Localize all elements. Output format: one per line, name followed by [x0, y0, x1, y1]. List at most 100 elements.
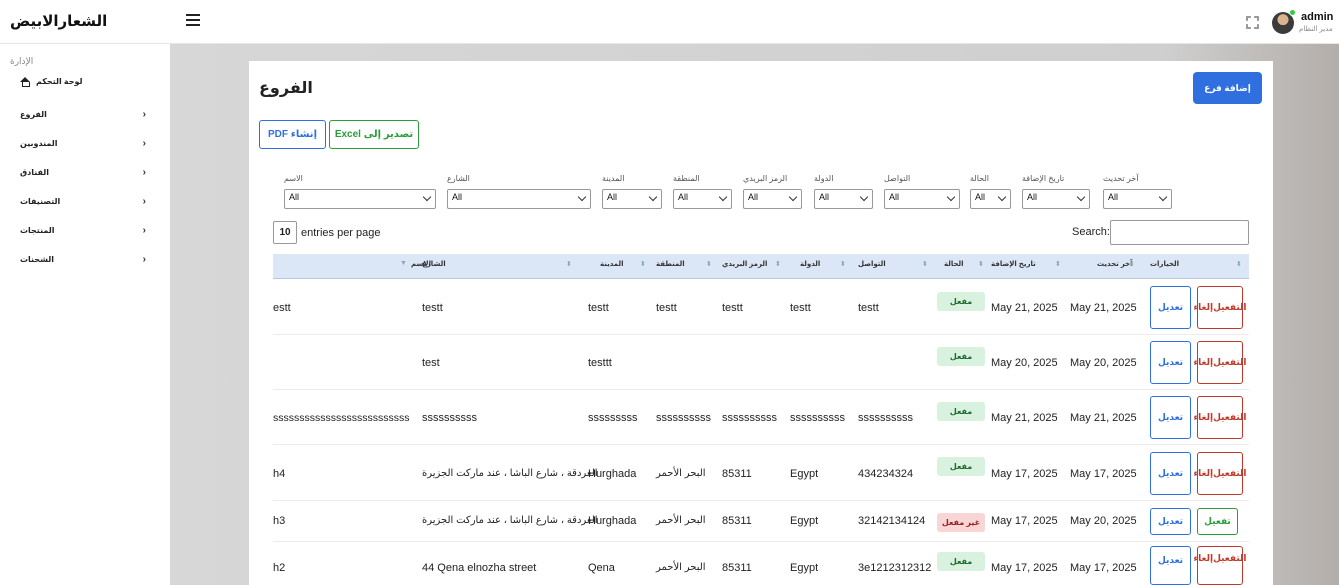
deactivate-button[interactable]: إلغاء التفعيل — [1194, 546, 1246, 585]
row-divider — [273, 444, 1249, 445]
sidebar-item-dashboard[interactable]: لوحة التحكم — [20, 77, 83, 87]
filter-select-added[interactable]: All — [1022, 189, 1090, 209]
deactivate-button[interactable]: إلغاء التفعيل — [1194, 341, 1246, 384]
cell-region: البحر الأحمر — [656, 562, 706, 573]
filter-select-status[interactable]: All — [970, 189, 1011, 209]
edit-button[interactable]: تعديل — [1150, 396, 1191, 439]
chevron-down-icon — [648, 192, 658, 202]
filter-select-region[interactable]: All — [673, 189, 732, 209]
cell-added: May 21, 2025 — [991, 412, 1058, 424]
column-header-options[interactable]: الخيارات — [1150, 260, 1179, 268]
sidebar-item-categories[interactable]: التصنيفات › — [20, 196, 150, 211]
sidebar-item-branches[interactable]: الفروع › — [20, 109, 150, 124]
sort-icon[interactable]: ▼ — [400, 260, 407, 267]
chevron-right-icon: › — [142, 109, 146, 120]
cell-country: testt — [790, 302, 811, 314]
chevron-down-icon — [577, 192, 587, 202]
sort-icon[interactable]: ⬍ — [775, 260, 781, 268]
cell-country: Egypt — [790, 468, 819, 480]
sort-icon[interactable]: ⬍ — [706, 260, 712, 268]
column-header-street[interactable]: الشارع — [422, 260, 446, 268]
column-header-postal[interactable]: الرمز البريدي — [722, 260, 767, 268]
cell-name: ssssssssssssssssssssssssss — [273, 412, 410, 424]
status-badge: غير مفعل — [937, 513, 985, 532]
sort-icon[interactable]: ⬍ — [1129, 260, 1135, 268]
cell-updated: May 20, 2025 — [1070, 357, 1137, 369]
cell-street: 44 Qena elnozha street — [422, 562, 537, 574]
filter-select-contact[interactable]: All — [884, 189, 960, 209]
home-icon — [20, 77, 30, 87]
chevron-right-icon: › — [142, 254, 146, 265]
sort-icon[interactable]: ⬍ — [566, 260, 572, 268]
sort-icon[interactable]: ⬍ — [840, 260, 846, 268]
menu-icon[interactable] — [186, 14, 200, 28]
column-header-updated[interactable]: آخر تحديث — [1097, 260, 1133, 268]
sort-icon[interactable]: ⬍ — [1055, 260, 1061, 268]
edit-button[interactable]: تعديل — [1150, 286, 1191, 329]
cell-name: h3 — [273, 515, 286, 527]
filter-select-name[interactable]: All — [284, 189, 436, 209]
fullscreen-icon[interactable] — [1246, 16, 1259, 29]
filter-label-country: الدولة — [814, 174, 834, 183]
deactivate-button[interactable]: إلغاء التفعيل — [1194, 396, 1246, 439]
export-excel-button[interactable]: Excel تصدير إلى — [329, 120, 419, 149]
cell-region: البحر الأحمر — [656, 468, 706, 479]
sidebar-section-title: الإدارة — [10, 56, 34, 66]
filter-value: All — [748, 192, 759, 202]
filter-label-street: الشارع — [447, 174, 470, 183]
filter-select-postal[interactable]: All — [743, 189, 802, 209]
column-header-added[interactable]: تاريخ الإضافة — [991, 260, 1036, 268]
entries-per-page-label: entries per page — [301, 227, 381, 239]
filter-select-city[interactable]: All — [602, 189, 662, 209]
sort-icon[interactable]: ⬍ — [640, 260, 646, 268]
edit-button[interactable]: تعديل — [1150, 341, 1191, 384]
sidebar-item-hotels[interactable]: الفنادق › — [20, 167, 150, 182]
sort-icon[interactable]: ⬍ — [1236, 260, 1242, 268]
filter-select-country[interactable]: All — [814, 189, 873, 209]
chevron-right-icon: › — [142, 225, 146, 236]
sidebar-item-label: الفروع — [20, 110, 47, 119]
search-input[interactable] — [1110, 220, 1249, 245]
row-divider — [273, 389, 1249, 390]
deactivate-button[interactable]: إلغاء التفعيل — [1194, 452, 1246, 495]
edit-button[interactable]: تعديل — [1150, 452, 1191, 495]
sidebar-item-label: الفنادق — [20, 168, 50, 177]
export-pdf-button[interactable]: PDF إنشاء — [259, 120, 326, 149]
column-header-city[interactable]: المدينة — [600, 260, 624, 268]
cell-street: الغردقة ، شارع الباشا ، عند ماركت الجزير… — [422, 468, 598, 479]
column-header-contact[interactable]: التواصل — [858, 260, 886, 268]
filter-value: All — [1108, 192, 1119, 202]
top-header: الشعارالابيض admin مدير النظام — [0, 0, 1339, 44]
sidebar-item-label: لوحة التحكم — [36, 77, 83, 86]
cell-name: estt — [273, 302, 291, 314]
activate-button[interactable]: تفعيل — [1197, 508, 1238, 535]
sidebar-item-delegates[interactable]: المندوبين › — [20, 138, 150, 153]
column-header-region[interactable]: المنطقة — [656, 260, 685, 268]
chevron-down-icon — [1158, 192, 1168, 202]
entries-per-page-select[interactable]: 10 — [273, 221, 297, 244]
column-header-status[interactable]: الحالة — [944, 260, 964, 268]
sort-icon[interactable]: ⬍ — [922, 260, 928, 268]
sidebar-item-shipments[interactable]: الشحنات › — [20, 254, 150, 269]
cell-street: test — [422, 357, 440, 369]
deactivate-button[interactable]: إلغاء التفعيل — [1194, 286, 1246, 329]
filter-label-name: الاسم — [284, 174, 303, 183]
chevron-right-icon: › — [142, 196, 146, 207]
edit-button[interactable]: تعديل — [1150, 508, 1191, 535]
cell-country: Egypt — [790, 562, 819, 574]
brand-logo-text[interactable]: الشعارالابيض — [10, 12, 107, 30]
sidebar-item-label: التصنيفات — [20, 197, 61, 206]
filter-value: All — [452, 192, 463, 202]
user-name[interactable]: admin — [1301, 11, 1333, 23]
edit-button[interactable]: تعديل — [1150, 546, 1191, 585]
status-badge: مفعل — [937, 402, 985, 421]
add-branch-button[interactable]: إضافة فرع — [1193, 72, 1262, 104]
status-badge: مفعل — [937, 552, 985, 571]
filter-select-updated[interactable]: All — [1103, 189, 1172, 209]
filter-label-region: المنطقة — [673, 174, 700, 183]
filter-select-street[interactable]: All — [447, 189, 591, 209]
chevron-down-icon — [946, 192, 956, 202]
sort-icon[interactable]: ⬍ — [978, 260, 984, 268]
sidebar-item-products[interactable]: المنتجات › — [20, 225, 150, 240]
column-header-country[interactable]: الدولة — [800, 260, 820, 268]
